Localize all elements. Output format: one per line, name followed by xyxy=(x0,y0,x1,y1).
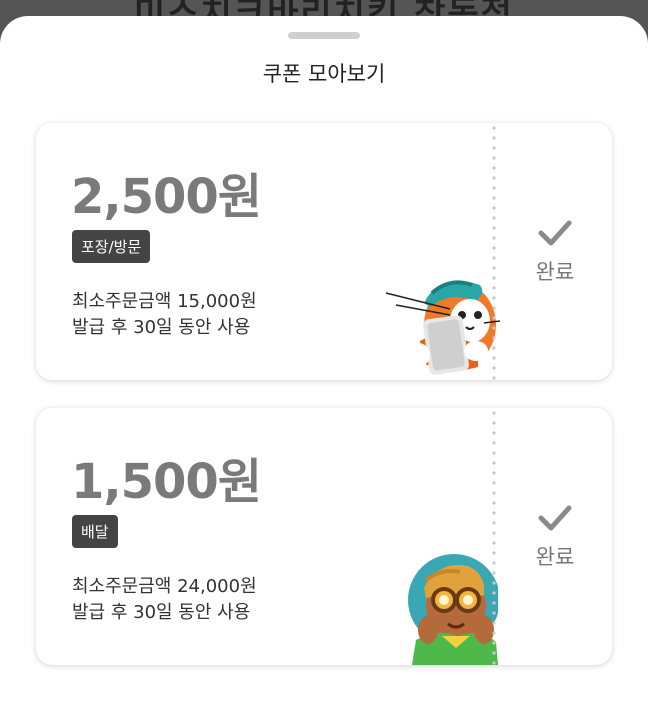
coupon-sheet: 쿠폰 모아보기 2,500원 포장/방문 최소주문금액 15,000원 발급 후… xyxy=(0,16,648,716)
perforation-divider xyxy=(490,123,498,380)
person-with-goggles-illustration xyxy=(408,554,498,665)
perforation-divider xyxy=(490,408,498,665)
coupon-type-badge: 포장/방문 xyxy=(72,230,151,263)
coupon-amount: 1,500원 xyxy=(71,454,262,510)
sheet-title: 쿠폰 모아보기 xyxy=(262,62,386,86)
coupon-type-badge: 배달 xyxy=(72,515,118,548)
coupon-status-stub: 완료 xyxy=(498,123,612,380)
coupon-status-label: 완료 xyxy=(535,259,575,284)
check-icon xyxy=(538,220,572,245)
coupon-validity: 발급 후 30일 동안 사용 xyxy=(72,317,251,338)
coupon-status-label: 완료 xyxy=(535,544,575,569)
coupon-conditions: 최소주문금액 24,000원 발급 후 30일 동안 사용 xyxy=(72,574,257,626)
coupon-card[interactable]: 2,500원 포장/방문 최소주문금액 15,000원 발급 후 30일 동안 … xyxy=(36,123,612,380)
coupon-min-order: 최소주문금액 15,000원 xyxy=(72,291,257,312)
check-icon xyxy=(538,505,572,530)
coupon-amount: 2,500원 xyxy=(71,169,262,225)
cat-with-tablet-illustration xyxy=(385,280,500,375)
coupon-status-stub: 완료 xyxy=(498,408,612,665)
coupon-conditions: 최소주문금액 15,000원 발급 후 30일 동안 사용 xyxy=(72,289,257,341)
coupon-card[interactable]: 1,500원 배달 최소주문금액 24,000원 발급 후 30일 동안 사용 xyxy=(36,408,612,665)
coupon-min-order: 최소주문금액 24,000원 xyxy=(72,576,257,597)
drag-handle[interactable] xyxy=(288,32,360,39)
coupon-validity: 발급 후 30일 동안 사용 xyxy=(72,602,251,623)
